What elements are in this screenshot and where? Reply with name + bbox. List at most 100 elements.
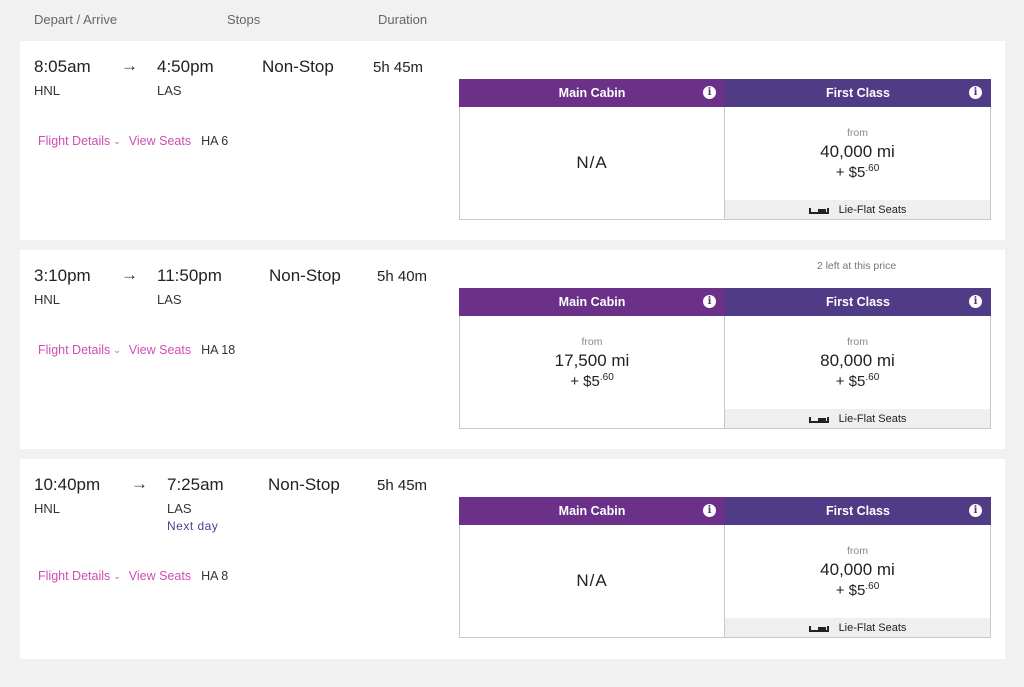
depart-time: 10:40pm: [34, 475, 101, 494]
seat-feature: Lie-Flat Seats: [725, 618, 990, 637]
first-class-fare-option[interactable]: from 40,000 mi + $5.60: [725, 525, 990, 618]
flight-details-label: Flight Details: [38, 569, 111, 583]
not-available-text: N/A: [576, 571, 608, 590]
depart-time: 8:05am: [34, 57, 91, 76]
flight-card: 2 left at this price 3:10pm → 11:50pm No…: [20, 250, 1005, 449]
header-duration: Duration: [378, 12, 428, 27]
flight-details-link[interactable]: Flight Details ⌄: [38, 134, 121, 148]
main-cabin-fare: N/A: [459, 525, 725, 638]
destination-code: LAS: [157, 83, 182, 98]
tax-cents: .60: [865, 162, 880, 174]
main-cabin-column: Main Cabin i from 17,500 mi + $5.60: [459, 288, 725, 429]
first-class-column: First Class i from 40,000 mi + $5.60 Lie…: [725, 79, 991, 220]
view-seats-link[interactable]: View Seats: [129, 343, 191, 357]
feature-label: Lie-Flat Seats: [838, 621, 907, 634]
arrow-right-icon: →: [121, 56, 138, 75]
stops: Non-Stop: [268, 475, 340, 494]
first-class-header: First Class i: [725, 288, 991, 316]
bed-icon: [808, 624, 829, 632]
miles-price: 40,000 mi: [820, 141, 895, 161]
fare-table: Main Cabin i N/A First Class i from 40,0…: [459, 497, 991, 638]
not-available-text: N/A: [576, 153, 608, 172]
first-class-column: First Class i from 40,000 mi + $5.60 Lie…: [725, 497, 991, 638]
info-icon[interactable]: i: [969, 295, 982, 308]
tax-price: + $5.60: [570, 372, 614, 390]
tax-dollars: + $5: [570, 372, 600, 390]
header-stops: Stops: [227, 12, 261, 27]
flight-links: Flight Details ⌄ View Seats HA 18: [38, 343, 235, 357]
flight-details-link[interactable]: Flight Details ⌄: [38, 343, 121, 357]
tax-price: + $5.60: [836, 372, 880, 390]
arrive-time: 7:25am: [167, 475, 224, 494]
bed-icon: [808, 206, 829, 214]
first-class-fare: from 40,000 mi + $5.60 Lie-Flat Seats: [725, 107, 991, 220]
feature-label: Lie-Flat Seats: [838, 203, 907, 216]
main-cabin-fare: N/A: [459, 107, 725, 220]
origin-code: HNL: [34, 292, 61, 307]
flight-details-label: Flight Details: [38, 343, 111, 357]
tax-cents: .60: [599, 371, 614, 383]
seat-feature: Lie-Flat Seats: [725, 409, 990, 428]
duration: 5h 45m: [373, 59, 424, 76]
flight-links: Flight Details ⌄ View Seats HA 6: [38, 134, 228, 148]
tax-dollars: + $5: [835, 581, 866, 599]
main-cabin-unavailable: N/A: [460, 525, 724, 637]
arrive-time: 4:50pm: [157, 57, 214, 76]
from-label: from: [581, 335, 603, 348]
miles-price: 40,000 mi: [820, 559, 895, 579]
availability-note: 2 left at this price: [816, 260, 897, 272]
flight-details-label: Flight Details: [38, 134, 111, 148]
main-cabin-header: Main Cabin i: [459, 497, 725, 525]
info-icon[interactable]: i: [703, 86, 716, 99]
first-class-fare-option[interactable]: from 40,000 mi + $5.60: [725, 107, 990, 200]
info-icon[interactable]: i: [969, 504, 982, 517]
from-label: from: [847, 335, 868, 348]
flight-number: HA 8: [201, 569, 229, 583]
miles-price: 17,500 mi: [554, 350, 630, 370]
tax-price: + $5.60: [836, 581, 880, 599]
duration: 5h 40m: [377, 268, 428, 285]
view-seats-link[interactable]: View Seats: [129, 134, 191, 148]
first-class-fare: from 40,000 mi + $5.60 Lie-Flat Seats: [725, 525, 991, 638]
chevron-down-icon: ⌄: [113, 344, 121, 355]
first-class-label: First Class: [826, 295, 890, 309]
duration: 5h 45m: [377, 477, 428, 494]
chevron-down-icon: ⌄: [113, 570, 121, 581]
stops: Non-Stop: [269, 266, 341, 285]
origin-code: HNL: [34, 83, 61, 98]
miles-price: 80,000 mi: [820, 350, 895, 370]
info-icon[interactable]: i: [703, 295, 716, 308]
tax-dollars: + $5: [835, 372, 866, 390]
main-cabin-label: Main Cabin: [558, 86, 626, 100]
bed-icon: [808, 415, 829, 423]
arrow-right-icon: →: [121, 265, 138, 284]
stops: Non-Stop: [262, 57, 334, 76]
flight-details-link[interactable]: Flight Details ⌄: [38, 569, 121, 583]
first-class-label: First Class: [826, 504, 890, 518]
info-icon[interactable]: i: [703, 504, 716, 517]
flight-number: HA 6: [201, 134, 229, 148]
destination-code: LAS: [167, 501, 192, 516]
tax-dollars: + $5: [835, 163, 866, 181]
next-day-label: Next day: [167, 519, 219, 533]
header-depart-arrive: Depart / Arrive: [34, 12, 118, 27]
first-class-label: First Class: [826, 86, 890, 100]
main-cabin-fare-option[interactable]: from 17,500 mi + $5.60: [460, 316, 724, 409]
from-label: from: [847, 544, 868, 557]
view-seats-link[interactable]: View Seats: [129, 569, 191, 583]
from-label: from: [847, 126, 868, 139]
main-cabin-fare: from 17,500 mi + $5.60: [459, 316, 725, 429]
fare-table: Main Cabin i from 17,500 mi + $5.60 Firs…: [459, 288, 991, 429]
origin-code: HNL: [34, 501, 61, 516]
first-class-fare-option[interactable]: from 80,000 mi + $5.60: [725, 316, 990, 409]
main-cabin-header: Main Cabin i: [459, 288, 725, 316]
main-cabin-column: Main Cabin i N/A: [459, 497, 725, 638]
info-icon[interactable]: i: [969, 86, 982, 99]
tax-price: + $5.60: [836, 163, 880, 181]
first-class-header: First Class i: [725, 79, 991, 107]
destination-code: LAS: [157, 292, 182, 307]
seat-feature: Lie-Flat Seats: [725, 200, 990, 219]
first-class-column: First Class i from 80,000 mi + $5.60 Lie…: [725, 288, 991, 429]
arrive-time: 11:50pm: [157, 266, 222, 285]
tax-cents: .60: [865, 371, 880, 383]
